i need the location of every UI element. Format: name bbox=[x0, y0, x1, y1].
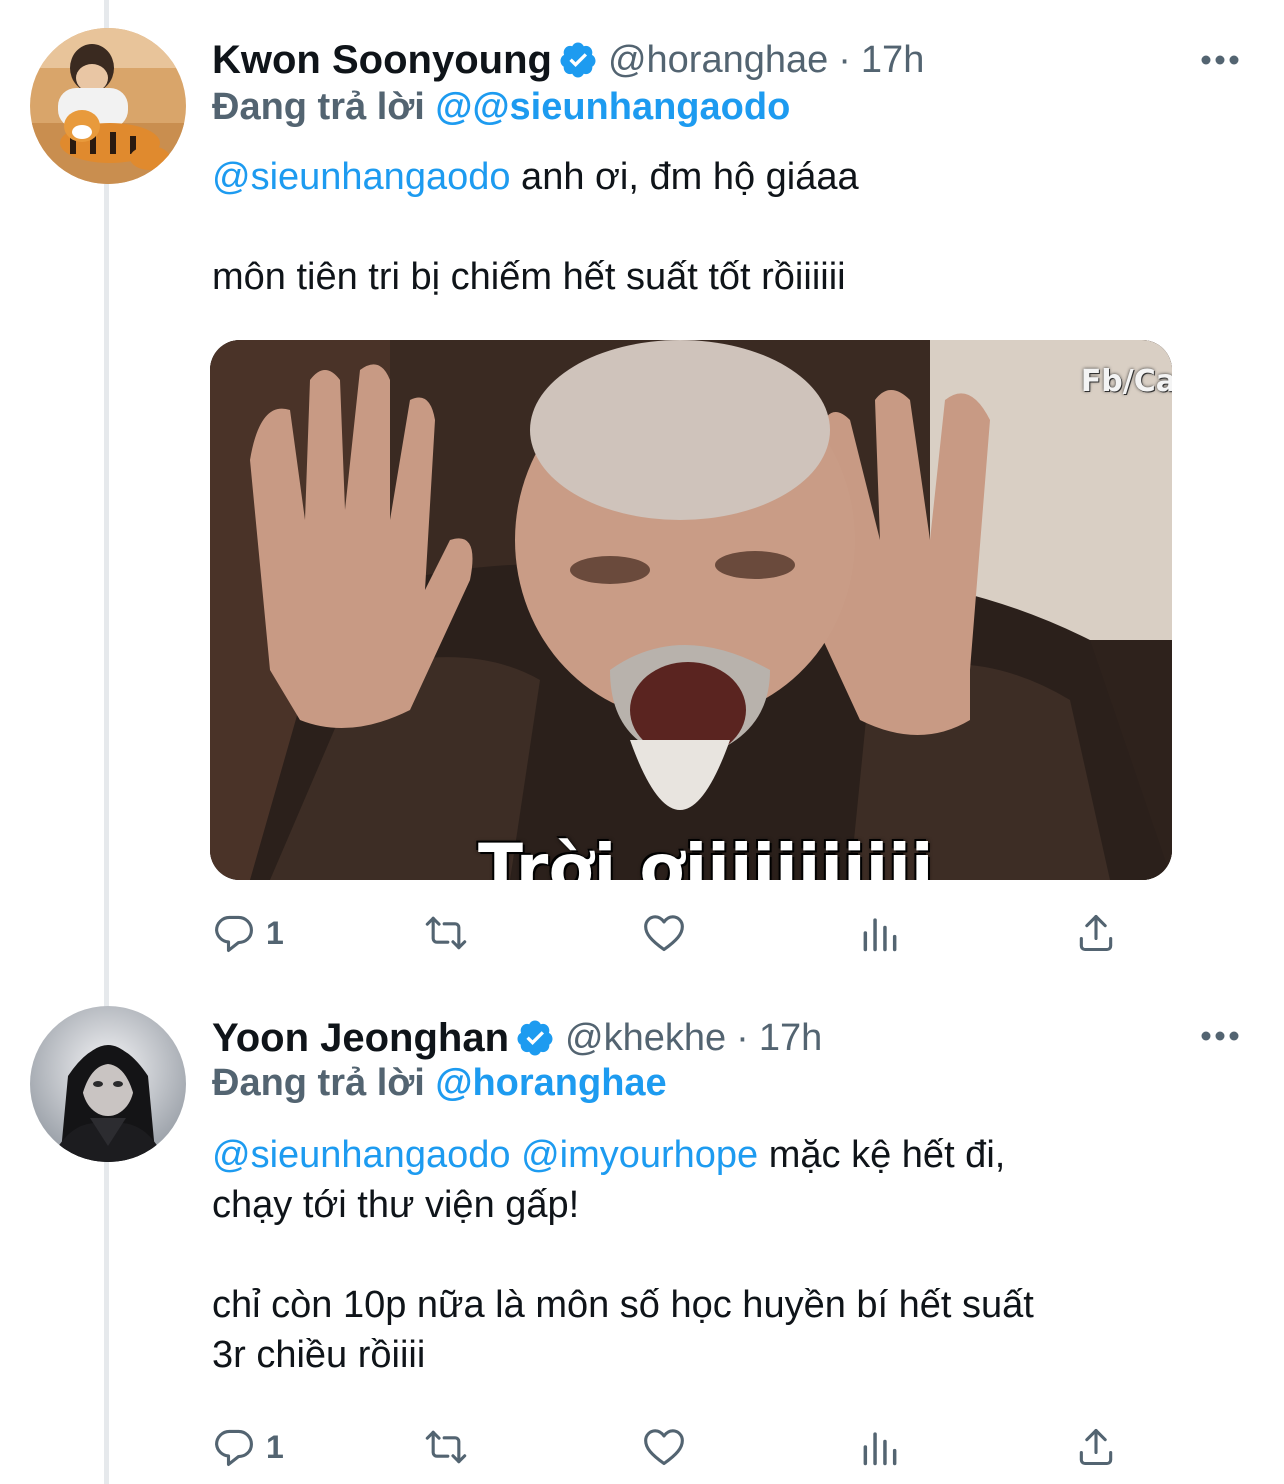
share-button[interactable] bbox=[1074, 908, 1118, 958]
reply-button[interactable]: 1 bbox=[212, 1422, 284, 1472]
replying-to-label: Đang trả lời bbox=[212, 86, 436, 128]
reply-button[interactable]: 1 bbox=[212, 908, 284, 958]
analytics-button[interactable] bbox=[858, 908, 902, 958]
avatar[interactable] bbox=[30, 1006, 186, 1162]
retweet-icon bbox=[424, 911, 468, 955]
reply-icon bbox=[212, 1425, 256, 1469]
mention-link[interactable]: @imyourhope bbox=[521, 1134, 758, 1176]
heart-icon bbox=[642, 911, 686, 955]
media-caption: Trời ơiiiiiiiiiii bbox=[478, 830, 934, 880]
author-name[interactable]: Kwon Soonyoung bbox=[212, 38, 552, 83]
author-name[interactable]: Yoon Jeonghan bbox=[212, 1016, 509, 1061]
replying-to-line: Đang trả lời @@sieunhangaodo bbox=[212, 86, 790, 129]
analytics-icon bbox=[858, 1425, 902, 1469]
retweet-icon bbox=[424, 1425, 468, 1469]
replying-to-label: Đang trả lời bbox=[212, 1062, 436, 1104]
replying-to-line: Đang trả lời @horanghae bbox=[212, 1062, 667, 1105]
tweet-text-fragment: mặc kệ hết đi, bbox=[758, 1134, 1006, 1176]
retweet-button[interactable] bbox=[424, 1422, 468, 1472]
tweet-text-line: 3r chiều rồiiii bbox=[212, 1334, 426, 1376]
tweet-text-line: chạy tới thư viện gấp! bbox=[212, 1184, 580, 1226]
tweet-header: Yoon Jeonghan @khekhe · 17h bbox=[212, 1013, 822, 1063]
more-options-icon[interactable] bbox=[1200, 50, 1240, 70]
tweet-text: @sieunhangaodo anh ơi, đm hộ giáaa môn t… bbox=[212, 152, 1212, 302]
share-icon bbox=[1074, 1425, 1118, 1469]
verified-badge-icon bbox=[515, 1018, 555, 1058]
tweet-text-fragment: anh ơi, đm hộ giáaa bbox=[510, 156, 859, 198]
reply-count: 1 bbox=[266, 914, 284, 951]
tweet-text-line: chỉ còn 10p nữa là môn số học huyền bí h… bbox=[212, 1284, 1034, 1326]
heart-icon bbox=[642, 1425, 686, 1469]
reply-icon bbox=[212, 911, 256, 955]
tweet-media-image[interactable]: Fb/Ca Trời ơiiiiiiiiiii bbox=[210, 340, 1172, 880]
like-button[interactable] bbox=[642, 1422, 686, 1472]
tweet-header: Kwon Soonyoung @horanghae · 17h bbox=[212, 35, 924, 85]
tweet[interactable]: Kwon Soonyoung @horanghae · 17h Đang trả… bbox=[0, 0, 1284, 990]
header-separator: · bbox=[838, 38, 851, 81]
header-separator: · bbox=[736, 1016, 749, 1059]
tweet-text-line: @sieunhangaodo @imyourhope mặc kệ hết đi… bbox=[212, 1130, 1212, 1180]
more-options-icon[interactable] bbox=[1200, 1026, 1240, 1046]
replying-to-user-link[interactable]: @@sieunhangaodo bbox=[435, 86, 790, 128]
avatar[interactable] bbox=[30, 28, 186, 184]
verified-badge-icon bbox=[558, 40, 598, 80]
author-handle[interactable]: @horanghae bbox=[608, 39, 828, 82]
mention-link[interactable]: @sieunhangaodo bbox=[212, 156, 511, 198]
author-handle[interactable]: @khekhe bbox=[565, 1017, 726, 1060]
tweet-text-line: môn tiên tri bị chiếm hết suất tốt rồiii… bbox=[212, 256, 846, 298]
share-button[interactable] bbox=[1074, 1422, 1118, 1472]
mention-link[interactable]: @sieunhangaodo bbox=[212, 1134, 511, 1176]
tweet-timestamp[interactable]: 17h bbox=[759, 1017, 822, 1060]
tweet-timestamp[interactable]: 17h bbox=[861, 39, 924, 82]
share-icon bbox=[1074, 911, 1118, 955]
replying-to-user-link[interactable]: @horanghae bbox=[435, 1062, 666, 1104]
tweet-actions-bar: 1 bbox=[212, 1422, 1132, 1472]
reply-count: 1 bbox=[266, 1428, 284, 1465]
tweet-text: @sieunhangaodo @imyourhope mặc kệ hết đi… bbox=[212, 1130, 1212, 1380]
like-button[interactable] bbox=[642, 908, 686, 958]
analytics-icon bbox=[858, 911, 902, 955]
analytics-button[interactable] bbox=[858, 1422, 902, 1472]
tweet-text-line: @sieunhangaodo anh ơi, đm hộ giáaa bbox=[212, 152, 1212, 202]
tweet-actions-bar: 1 bbox=[212, 908, 1132, 958]
tweet[interactable]: Yoon Jeonghan @khekhe · 17h Đang trả lời… bbox=[0, 990, 1284, 1484]
media-watermark: Fb/Ca bbox=[1080, 364, 1172, 399]
retweet-button[interactable] bbox=[424, 908, 468, 958]
